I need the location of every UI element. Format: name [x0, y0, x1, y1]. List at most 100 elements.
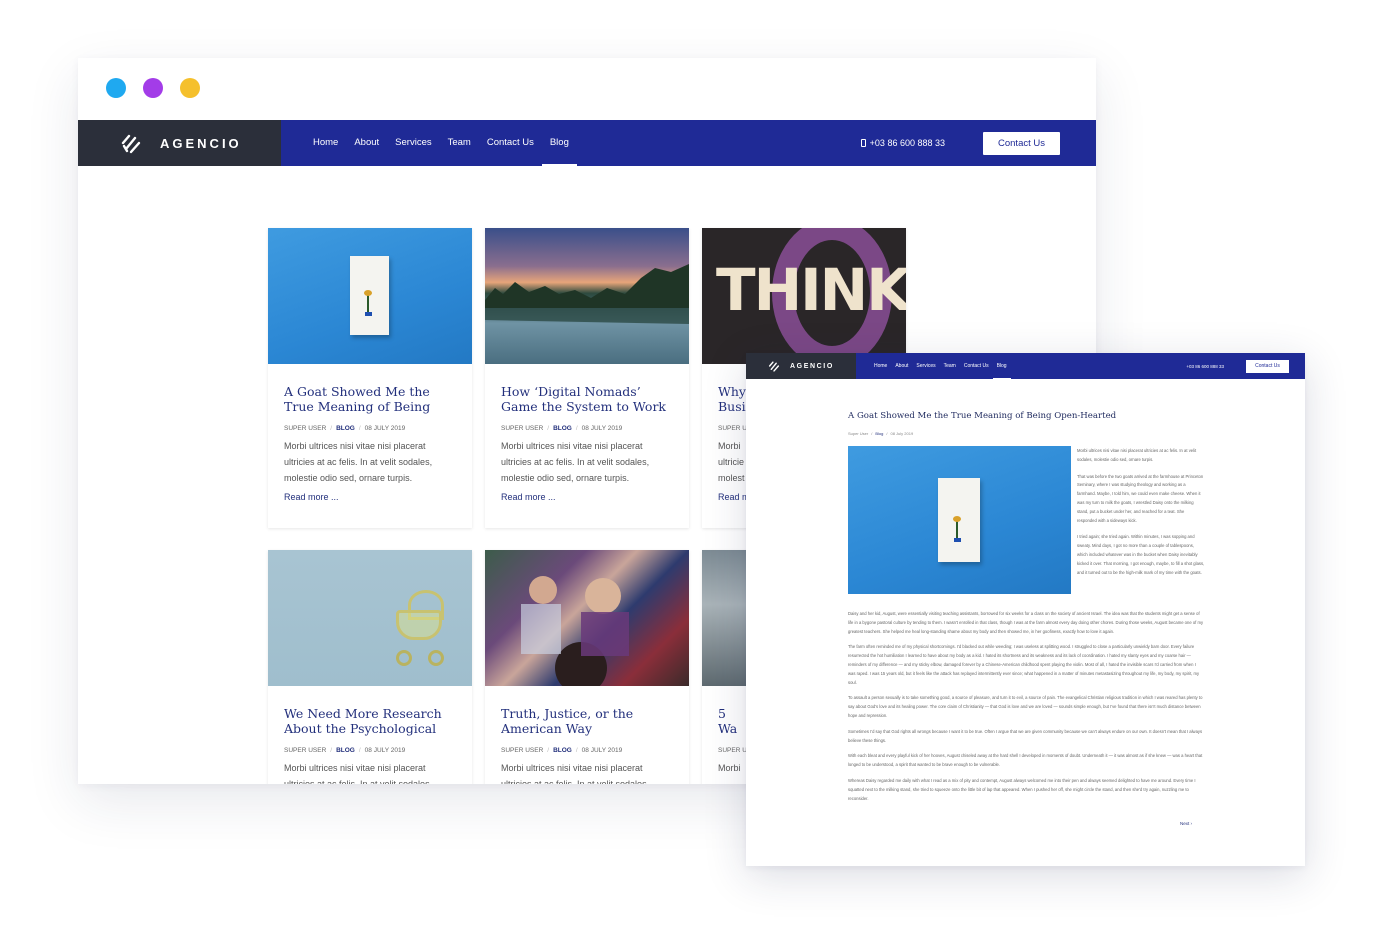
- article-meta: Super User / Blog/ 08 July 2019: [848, 431, 914, 436]
- article-date: 08 July 2019: [890, 431, 914, 436]
- article-paragraph: With each bleat and every playful kick o…: [848, 753, 1203, 768]
- article-paragraph: That was before the two goats arrived at…: [1077, 473, 1204, 523]
- blog-card[interactable]: A Goat Showed Me the True Meaning of Bei…: [268, 228, 472, 528]
- article-side-text: Morbi ultrices nisi vitae nisi placerat …: [1077, 447, 1205, 585]
- showcase-stage: AGENCIO Home About Services Team Contact…: [0, 0, 1400, 933]
- post-meta: SUPER USER / BLOG/ 08 JULY 2019: [501, 747, 623, 754]
- post-date: 08 JULY 2019: [581, 747, 623, 754]
- phone-number[interactable]: +03 86 600 888 33: [860, 138, 945, 148]
- article-window: AGENCIO Home About Services Team Contact…: [746, 353, 1305, 866]
- agencio-logo-icon: [121, 134, 141, 154]
- post-image[interactable]: [485, 550, 689, 686]
- post-title[interactable]: 5 Wa Impr: [718, 706, 748, 737]
- nav-home[interactable]: Home: [870, 353, 891, 379]
- post-excerpt: Morbi ultrices nisi vitae nisi placerat …: [284, 441, 433, 483]
- read-more-link[interactable]: Read more ...: [501, 492, 673, 502]
- treeline-image: [485, 264, 689, 324]
- contact-us-button[interactable]: Contact Us: [1246, 359, 1289, 373]
- article-title: A Goat Showed Me the True Meaning of Bei…: [848, 411, 1117, 421]
- article-paragraph: Morbi ultrices nisi vitae nisi placerat …: [1077, 448, 1197, 462]
- post-author: SUPER USER: [501, 425, 544, 432]
- think-image-text: THINK: [716, 256, 906, 324]
- article-paragraph: To assault a person sexually is to take …: [848, 695, 1203, 718]
- post-title[interactable]: Why Busi: [718, 384, 748, 415]
- nav-home[interactable]: Home: [305, 120, 346, 166]
- blog-card[interactable]: Truth, Justice, or the American Way SUPE…: [485, 550, 689, 784]
- post-excerpt: Morbi ultricie molest: [718, 441, 745, 483]
- nav-team[interactable]: Team: [440, 120, 479, 166]
- post-author: SUPER USER: [501, 747, 544, 754]
- minimize-dot[interactable]: [143, 78, 163, 98]
- nav-blog[interactable]: Blog: [541, 120, 577, 166]
- post-excerpt: Morbi ultrices nisi vitae nisi placerat …: [284, 763, 433, 784]
- post-category[interactable]: BLOG: [553, 747, 572, 754]
- post-image[interactable]: [268, 228, 472, 364]
- phone-number[interactable]: +03 86 600 888 33: [1186, 364, 1224, 369]
- post-author: SUPER USER: [284, 747, 327, 754]
- main-menu: Home About Services Team Contact Us Blog: [305, 120, 577, 166]
- post-title[interactable]: Truth, Justice, or the American Way: [501, 706, 673, 737]
- chevron-right-icon: ›: [1190, 821, 1193, 826]
- post-date: 08 JULY 2019: [364, 425, 406, 432]
- post-title[interactable]: How ‘Digital Nomads’ Game the System to …: [501, 384, 673, 415]
- contact-us-button[interactable]: Contact Us: [983, 131, 1060, 155]
- paper-note-image: [350, 256, 389, 335]
- brand-logo[interactable]: AGENCIO: [78, 120, 281, 166]
- phone-icon: [860, 139, 866, 147]
- article-body: Daisy and her kid, August, were essentia…: [848, 610, 1204, 810]
- post-author: SUPER USER: [284, 425, 327, 432]
- post-excerpt: Morbi ultrices nisi vitae nisi placerat …: [501, 441, 650, 483]
- maximize-dot[interactable]: [180, 78, 200, 98]
- blog-card[interactable]: We Need More Research About the Psycholo…: [268, 550, 472, 784]
- pram-wheel: [396, 650, 412, 666]
- article-brand-logo[interactable]: AGENCIO: [746, 353, 856, 379]
- article-author: Super User: [848, 431, 869, 436]
- nav-blog[interactable]: Blog: [992, 353, 1011, 379]
- post-meta: SUPER USER / BLOG/ 08 JULY 2019: [284, 747, 406, 754]
- phone-text: +03 86 600 888 33: [869, 138, 945, 148]
- post-image[interactable]: [485, 228, 689, 364]
- festival-people-image: [521, 576, 629, 686]
- nav-contact-us[interactable]: Contact Us: [479, 120, 542, 166]
- next-link[interactable]: Next ›: [1180, 821, 1192, 826]
- post-category[interactable]: BLOG: [553, 425, 572, 432]
- site-navbar: AGENCIO Home About Services Team Contact…: [78, 120, 1096, 166]
- article-image: [848, 446, 1071, 594]
- pram-basket: [396, 610, 442, 640]
- blog-card[interactable]: How ‘Digital Nomads’ Game the System to …: [485, 228, 689, 528]
- post-date: 08 JULY 2019: [581, 425, 623, 432]
- post-title[interactable]: We Need More Research About the Psycholo…: [284, 706, 456, 737]
- post-category[interactable]: BLOG: [336, 747, 355, 754]
- agencio-logo-icon: [768, 361, 780, 372]
- article-paragraph: Daisy and her kid, August, were essentia…: [848, 611, 1204, 634]
- article-paragraph: Sometimes I'd say that God rights all wr…: [848, 728, 1203, 743]
- next-label: Next: [1180, 821, 1190, 826]
- post-meta: SUPER USER / BLOG/ 08 JULY 2019: [501, 425, 623, 432]
- brand-name: AGENCIO: [790, 362, 834, 370]
- close-dot[interactable]: [106, 78, 126, 98]
- post-excerpt: Morbi ultrices nisi vitae nisi placerat …: [501, 763, 650, 784]
- nav-about[interactable]: About: [891, 353, 912, 379]
- paper-note-image: [938, 478, 980, 562]
- article-category[interactable]: Blog: [875, 431, 883, 436]
- article-menu: Home About Services Team Contact Us Blog: [870, 353, 1011, 379]
- nav-team[interactable]: Team: [940, 353, 960, 379]
- window-controls: [106, 78, 200, 98]
- nav-services[interactable]: Services: [912, 353, 939, 379]
- post-title[interactable]: A Goat Showed Me the True Meaning of Bei…: [284, 384, 456, 415]
- article-paragraph: The farm often reminded me of my physica…: [848, 644, 1200, 685]
- article-navbar: AGENCIO Home About Services Team Contact…: [746, 353, 1305, 379]
- post-image[interactable]: [268, 550, 472, 686]
- pram-wheel: [428, 650, 444, 666]
- post-meta: SUPER USER / BLOG/ 08 JULY 2019: [284, 425, 406, 432]
- brand-name: AGENCIO: [160, 135, 242, 151]
- read-more-link[interactable]: Read more ...: [284, 492, 456, 502]
- flower-icon: [364, 290, 372, 316]
- nav-services[interactable]: Services: [387, 120, 439, 166]
- nav-about[interactable]: About: [346, 120, 387, 166]
- nav-contact-us[interactable]: Contact Us: [960, 353, 993, 379]
- post-date: 08 JULY 2019: [364, 747, 406, 754]
- post-category[interactable]: BLOG: [336, 425, 355, 432]
- flower-icon: [953, 516, 961, 542]
- post-image[interactable]: THINK: [702, 228, 906, 364]
